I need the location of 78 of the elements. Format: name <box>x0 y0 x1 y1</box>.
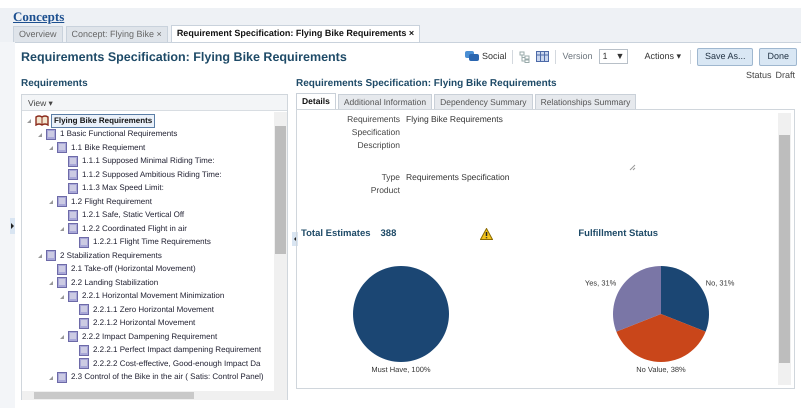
tree-item[interactable]: 2.2.2.2 Cost-effective, Good-enough Impact Da <box>91 358 263 370</box>
tab[interactable]: Relationships Summary <box>534 94 636 109</box>
tab[interactable]: Details <box>296 93 336 109</box>
tab[interactable]: Overview <box>13 26 63 42</box>
tree-item[interactable]: 1.1.2 Supposed Ambitious Riding Time: <box>80 168 224 181</box>
table-view-icon <box>536 51 550 62</box>
document-icon <box>79 236 89 248</box>
estimates-label: Total Estimates <box>301 226 371 240</box>
document-icon <box>57 142 67 154</box>
document-icon <box>68 156 78 167</box>
tree-item[interactable]: 1.1.1 Supposed Minimal Riding Time: <box>80 155 217 168</box>
document-icon <box>57 264 67 275</box>
chart-title: Fulfillment Status <box>578 226 658 240</box>
tree-item[interactable]: 2.2.2.1 Perfect Impact dampening Requirement <box>91 344 264 356</box>
horizontal-scrollbar[interactable] <box>22 391 287 400</box>
field-label: Description <box>356 138 401 152</box>
document-icon <box>79 304 89 316</box>
tree-item[interactable]: 1.2.2 Coordinated Flight in air <box>80 222 189 235</box>
tree-item[interactable]: 2.1 Take-off (Horizontal Movement) <box>69 263 198 276</box>
tab[interactable]: Additional Information <box>338 94 432 109</box>
tab[interactable]: Dependency Summary <box>434 94 533 109</box>
version-label: Version <box>562 50 592 63</box>
field-label: Product <box>370 184 401 196</box>
tree-item[interactable]: 1 Basic Functional Requirements <box>58 128 180 140</box>
document-icon <box>57 196 67 208</box>
tree-view-icon <box>519 50 530 63</box>
document-icon <box>57 372 67 383</box>
tree-item[interactable]: 1.1 Bike Requiement <box>69 142 148 154</box>
field-label: Type <box>380 170 401 184</box>
document-icon <box>79 344 89 356</box>
tab[interactable]: Concept: Flying Bike × <box>66 26 168 42</box>
field-label: Requirements Specification <box>346 113 401 138</box>
estimates-value: 388 <box>380 226 396 240</box>
tab[interactable]: Requirement Specification: Flying Bike Requirements × <box>170 25 420 42</box>
toolbar-button[interactable]: Save As... <box>696 48 754 66</box>
tree-item[interactable]: 2.2 Landing Stabilization <box>69 276 160 289</box>
tree-item[interactable]: 2.2.1.2 Horizontal Movement <box>91 317 198 330</box>
field-value: Requirements Specification <box>406 170 510 184</box>
field-value: Flying Bike Requirements <box>406 113 503 126</box>
toolbar-button[interactable]: Done <box>759 48 797 66</box>
tree-item[interactable]: 2.2.1.1 Zero Horizontal Movement <box>91 304 216 316</box>
tree-item[interactable]: 2.2.2 Impact Dampening Requirement <box>80 330 220 343</box>
version-select[interactable]: 1 ▼ <box>598 49 628 64</box>
document-icon <box>68 210 78 221</box>
tree-item[interactable]: 1.2 Flight Requirement <box>69 196 154 208</box>
tree-item[interactable]: 1.2.2.1 Flight Time Requirements <box>91 236 213 248</box>
status-label: Status <box>746 69 772 82</box>
tree-item[interactable]: Flying Bike Requirements <box>51 114 156 128</box>
document-icon <box>79 358 89 370</box>
tree-item[interactable]: 2.3 Control of the Bike in the air ( Satis: Control Panel) <box>69 371 266 384</box>
vertical-scrollbar[interactable] <box>274 112 287 392</box>
document-icon <box>68 169 78 180</box>
section-heading: Requirements <box>21 77 89 90</box>
expand-handle-icon[interactable] <box>10 218 15 234</box>
document-icon <box>46 250 56 262</box>
tree-item[interactable]: 1.2.1 Safe, Static Vertical Off <box>80 209 186 222</box>
document-icon <box>68 182 78 194</box>
book-icon <box>35 115 49 126</box>
social-button[interactable]: Social <box>465 50 506 64</box>
document-icon <box>68 331 78 342</box>
document-icon <box>68 290 78 302</box>
document-icon <box>46 128 56 140</box>
chat-icon <box>465 51 480 62</box>
status-value: Draft <box>775 69 795 82</box>
section-heading: Requirements Specification: Flying Bike Requirements <box>296 77 558 90</box>
resize-grip-icon[interactable] <box>629 164 636 170</box>
tree-item[interactable]: 1.1.3 Max Speed Limit: <box>80 182 166 194</box>
tree-item[interactable]: 2.2.1 Horizontal Movement Minimization <box>80 290 226 302</box>
concepts-link[interactable]: Concepts <box>13 8 64 25</box>
page-title: Requirements Specification: Flying Bike Requirements <box>21 49 347 66</box>
view-menu[interactable]: View ▾ <box>28 98 54 108</box>
document-icon <box>57 277 67 288</box>
actions-menu[interactable]: Actions ▾ <box>644 50 682 64</box>
tree-item[interactable]: 2 Stabilization Requirements <box>58 250 164 262</box>
document-icon <box>68 223 78 234</box>
document-icon <box>79 318 89 329</box>
vertical-scrollbar[interactable] <box>778 113 791 385</box>
caret-icon: ▼ <box>616 50 624 64</box>
